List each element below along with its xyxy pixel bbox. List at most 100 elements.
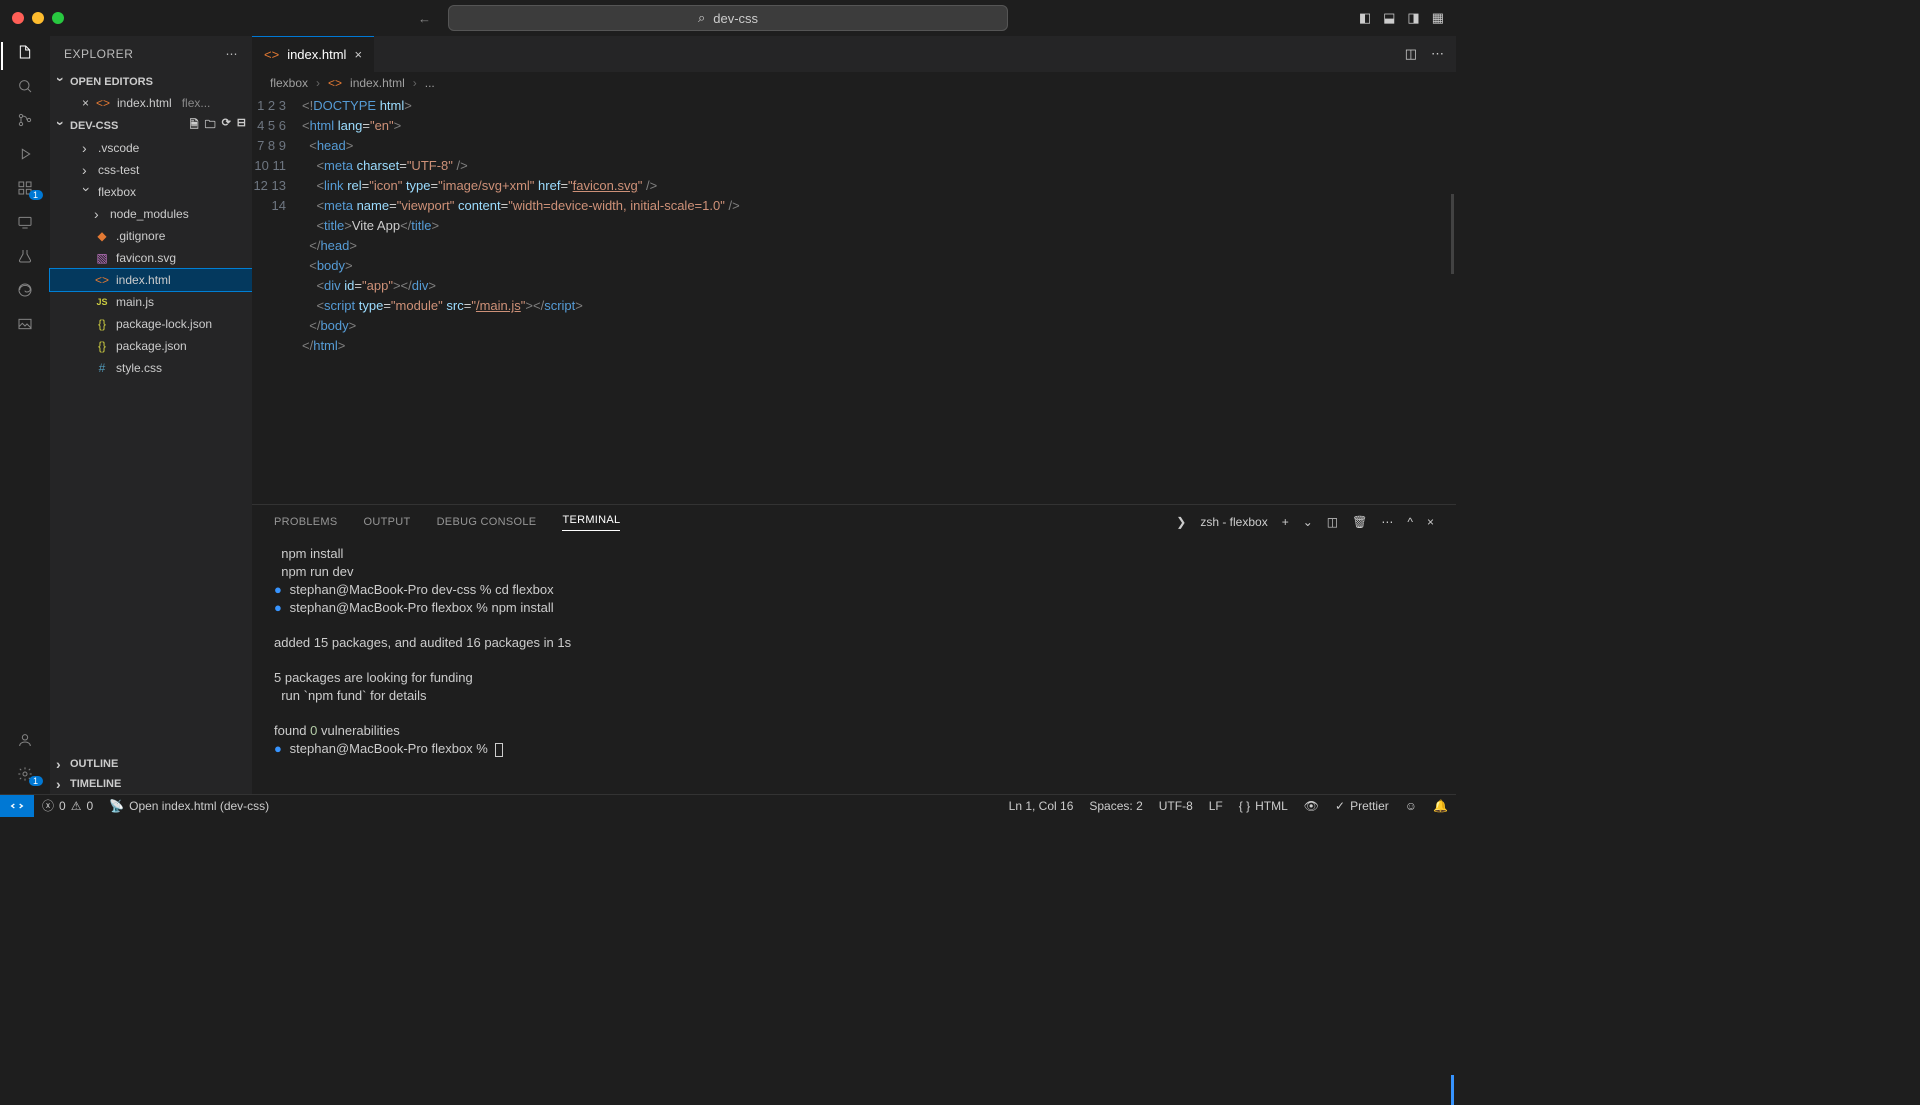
panel-tab-debug[interactable]: DEBUG CONSOLE <box>437 516 537 528</box>
minimize-window-icon[interactable] <box>32 12 44 24</box>
open-editor-hint: flex... <box>182 96 211 110</box>
status-eol[interactable]: LF <box>1201 799 1231 813</box>
remote-view-icon[interactable] <box>1 214 49 230</box>
breadcrumbs[interactable]: flexbox› <> index.html› ... <box>252 72 1456 94</box>
html-file-icon: <> <box>94 273 110 287</box>
status-language[interactable]: { } HTML <box>1231 799 1296 813</box>
status-bell-icon[interactable]: 🔔 <box>1425 799 1456 813</box>
explorer-view-icon[interactable] <box>1 44 49 60</box>
activity-bar: 1 1 <box>0 36 50 794</box>
editor-tabs: <> index.html × ◫ ⋯ <box>252 36 1456 72</box>
editor-group: <> index.html × ◫ ⋯ flexbox› <> index.ht… <box>252 36 1456 794</box>
collapse-icon[interactable]: ⊟ <box>237 116 246 135</box>
tab-label: index.html <box>287 47 346 62</box>
terminal-shell-icon: ❯ <box>1176 515 1186 529</box>
edge-icon[interactable] <box>1 282 49 298</box>
accounts-icon[interactable] <box>1 732 49 748</box>
split-editor-icon[interactable]: ◫ <box>1405 46 1417 62</box>
open-editors-header[interactable]: OPEN EDITORS <box>50 72 252 92</box>
testing-view-icon[interactable] <box>1 248 49 264</box>
outline-header[interactable]: OUTLINE <box>50 754 252 774</box>
folder-node-modules[interactable]: node_modules <box>50 203 252 225</box>
crumb-file[interactable]: index.html <box>350 76 405 90</box>
file-gitignore[interactable]: ◆.gitignore <box>50 225 252 247</box>
html-file-icon: <> <box>264 47 279 62</box>
search-text: dev-css <box>713 11 758 26</box>
kill-terminal-icon[interactable]: 🗑 <box>1352 515 1367 529</box>
new-folder-icon[interactable]: 🗀 <box>205 116 216 135</box>
extensions-badge: 1 <box>29 190 43 200</box>
git-icon: ◆ <box>94 229 110 243</box>
close-icon[interactable]: × <box>82 96 89 110</box>
terminal-dropdown-icon[interactable]: ⌄ <box>1303 515 1313 529</box>
panel-tabs: PROBLEMS OUTPUT DEBUG CONSOLE TERMINAL ❯… <box>252 505 1456 539</box>
warning-icon: ⚠ <box>71 799 82 813</box>
panel-tab-problems[interactable]: PROBLEMS <box>274 516 338 528</box>
close-window-icon[interactable] <box>12 12 24 24</box>
line-numbers: 1 2 3 4 5 6 7 8 9 10 11 12 13 14 <box>252 94 302 504</box>
js-file-icon: JS <box>94 297 110 307</box>
json-file-icon: {} <box>94 339 110 353</box>
new-terminal-icon[interactable]: + <box>1282 515 1289 529</box>
status-live-icon[interactable]: 👁 <box>1296 799 1327 813</box>
image-icon[interactable] <box>1 316 49 332</box>
html-file-icon: <> <box>95 96 111 110</box>
terminal-shell-label[interactable]: zsh - flexbox <box>1200 515 1267 529</box>
status-encoding[interactable]: UTF-8 <box>1151 799 1201 813</box>
close-tab-icon[interactable]: × <box>354 47 362 62</box>
crumb-folder[interactable]: flexbox <box>270 76 308 90</box>
code-content[interactable]: <!DOCTYPE html> <html lang="en"> <head> … <box>302 94 1456 504</box>
file-favicon[interactable]: ▧favicon.svg <box>50 247 252 269</box>
folder-css-test[interactable]: css-test <box>50 159 252 181</box>
file-main-js[interactable]: JSmain.js <box>50 291 252 313</box>
status-open-html[interactable]: 📡 Open index.html (dev-css) <box>101 799 277 813</box>
more-icon[interactable]: ⋯ <box>226 47 239 61</box>
terminal[interactable]: npm install npm run dev ● stephan@MacBoo… <box>252 539 1456 794</box>
status-bar: ⓧ0 ⚠0 📡 Open index.html (dev-css) Ln 1, … <box>0 794 1456 816</box>
extensions-view-icon[interactable]: 1 <box>1 180 49 196</box>
debug-view-icon[interactable] <box>1 146 49 162</box>
file-index-html[interactable]: <>index.html <box>50 269 252 291</box>
bottom-panel: PROBLEMS OUTPUT DEBUG CONSOLE TERMINAL ❯… <box>252 504 1456 794</box>
more-terminal-icon[interactable]: ⋯ <box>1381 515 1393 529</box>
panel-tab-output[interactable]: OUTPUT <box>364 516 411 528</box>
toggle-sidebar-icon[interactable]: ◧ <box>1359 10 1371 26</box>
maximize-window-icon[interactable] <box>52 12 64 24</box>
customize-layout-icon[interactable]: ▦ <box>1432 10 1444 26</box>
remote-indicator[interactable] <box>0 795 34 817</box>
file-style-css[interactable]: #style.css <box>50 357 252 379</box>
status-spaces[interactable]: Spaces: 2 <box>1081 799 1150 813</box>
project-header[interactable]: DEV-CSS 🗎 🗀 ⟳ ⊟ <box>50 114 252 137</box>
settings-icon[interactable]: 1 <box>1 766 49 782</box>
search-view-icon[interactable] <box>1 78 49 94</box>
code-editor[interactable]: 1 2 3 4 5 6 7 8 9 10 11 12 13 14 <!DOCTY… <box>252 94 1456 504</box>
close-panel-icon[interactable]: × <box>1427 515 1434 529</box>
status-problems[interactable]: ⓧ0 ⚠0 <box>34 797 101 814</box>
explorer-label: EXPLORER <box>64 47 133 61</box>
refresh-icon[interactable]: ⟳ <box>222 116 231 135</box>
status-prettier[interactable]: ✓ Prettier <box>1327 799 1397 813</box>
file-package-lock[interactable]: {}package-lock.json <box>50 313 252 335</box>
minimap[interactable] <box>1451 194 1454 274</box>
scm-view-icon[interactable] <box>1 112 49 128</box>
split-terminal-icon[interactable]: ◫ <box>1327 515 1338 529</box>
status-cursor-pos[interactable]: Ln 1, Col 16 <box>1001 799 1082 813</box>
titlebar: ← → ⌕ dev-css ◧ ⬓ ◨ ▦ <box>0 0 1456 36</box>
status-feedback-icon[interactable]: ☺ <box>1397 799 1425 813</box>
folder-vscode[interactable]: .vscode <box>50 137 252 159</box>
file-package-json[interactable]: {}package.json <box>50 335 252 357</box>
error-icon: ⓧ <box>42 797 54 814</box>
toggle-panel-icon[interactable]: ⬓ <box>1383 10 1395 26</box>
toggle-secondary-icon[interactable]: ◨ <box>1407 10 1419 26</box>
folder-flexbox[interactable]: flexbox <box>50 181 252 203</box>
open-editor-item[interactable]: × <> index.html flex... <box>50 92 252 114</box>
tab-index-html[interactable]: <> index.html × <box>252 36 374 72</box>
more-actions-icon[interactable]: ⋯ <box>1431 46 1444 62</box>
back-icon[interactable]: ← <box>418 11 431 26</box>
new-file-icon[interactable]: 🗎 <box>190 116 199 135</box>
maximize-panel-icon[interactable]: ^ <box>1407 515 1413 529</box>
crumb-more[interactable]: ... <box>425 76 435 90</box>
panel-tab-terminal[interactable]: TERMINAL <box>562 514 620 531</box>
command-center[interactable]: ⌕ dev-css <box>448 5 1008 31</box>
timeline-header[interactable]: TIMELINE <box>50 774 252 794</box>
